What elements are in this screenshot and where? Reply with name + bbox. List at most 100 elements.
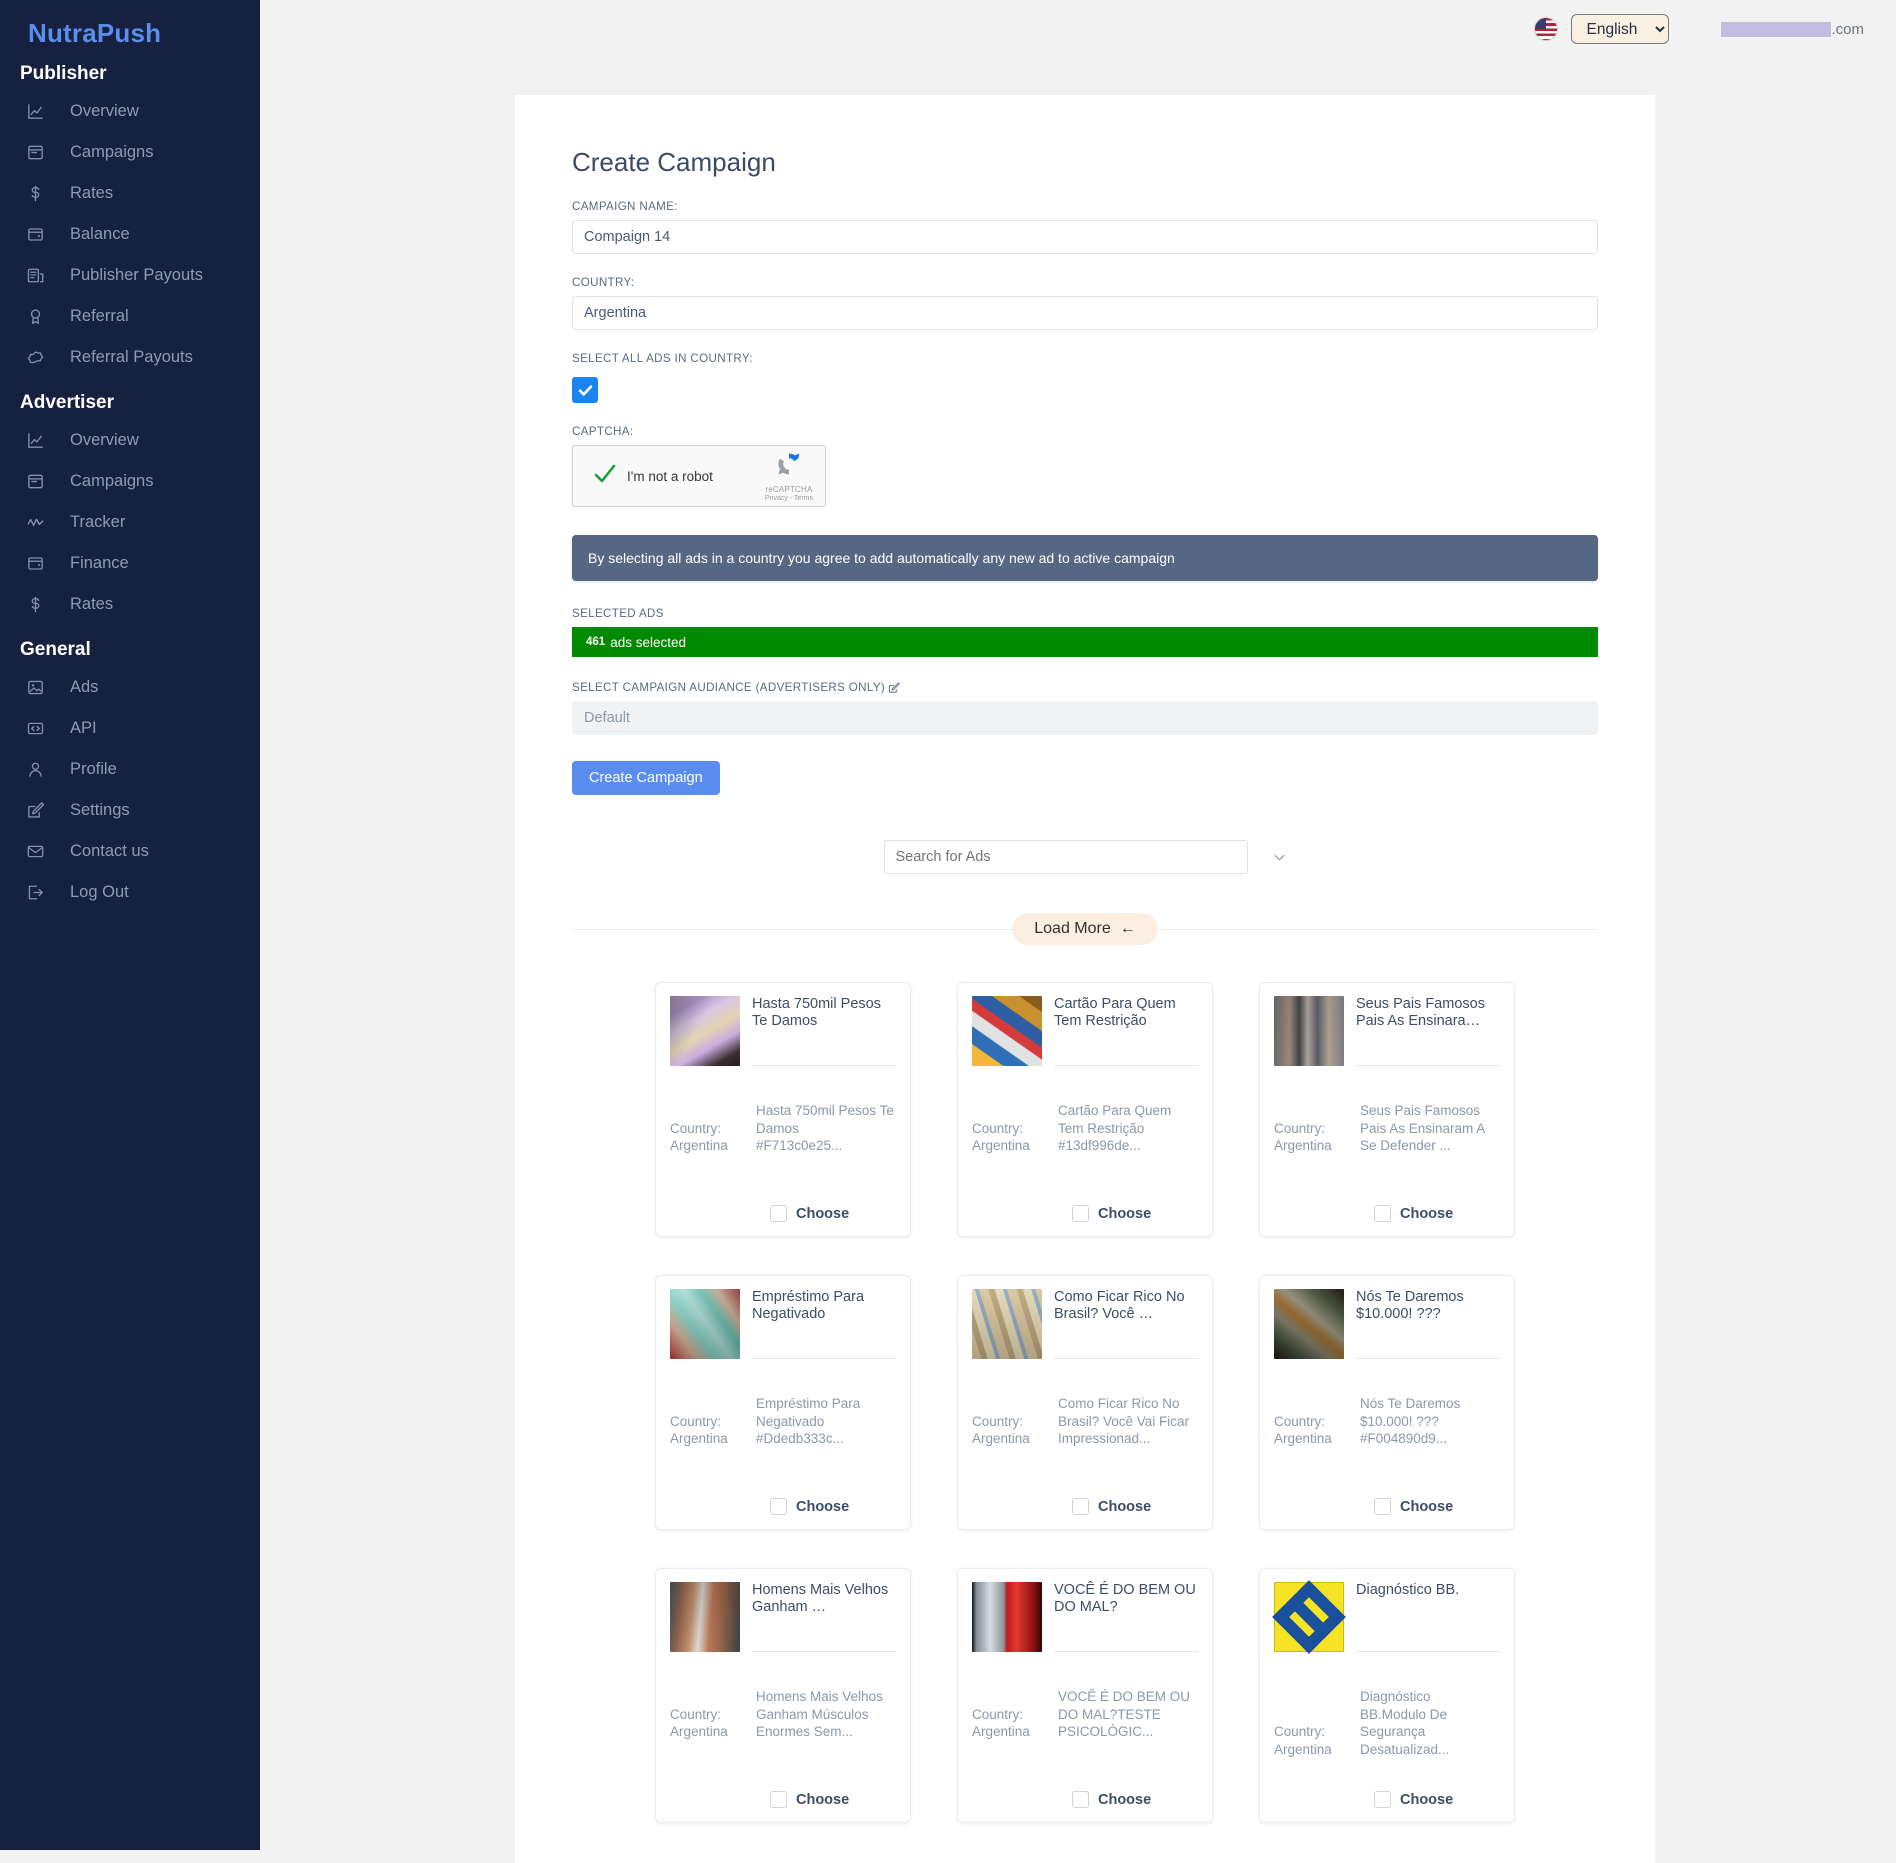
sidebar-item-profile[interactable]: Profile [0, 749, 260, 790]
ad-choose-row[interactable]: Choose [1274, 1205, 1500, 1236]
language-select[interactable]: English [1571, 14, 1670, 44]
sidebar-item-balance[interactable]: Balance [0, 214, 260, 255]
load-more-button[interactable]: Load More ← [1012, 913, 1158, 945]
ad-choose-label: Choose [1400, 1498, 1454, 1515]
sidebar-item-overview[interactable]: Overview [0, 420, 260, 461]
sidebar-item-label: Referral [70, 307, 129, 325]
sidebar-item-label: Finance [70, 554, 129, 572]
ad-choose-checkbox[interactable] [770, 1205, 787, 1222]
ad-choose-checkbox[interactable] [1072, 1791, 1089, 1808]
sidebar-item-finance[interactable]: Finance [0, 543, 260, 584]
sidebar-item-contact-us[interactable]: Contact us [0, 831, 260, 872]
ad-country-label: Country: [972, 1413, 1024, 1429]
ad-description: Nós Te Daremos $10.000! ??? #F004890d9... [1358, 1395, 1500, 1448]
ad-card[interactable]: Hasta 750mil Pesos Te Damos Country: Argen… [655, 982, 911, 1237]
sidebar-item-referral-payouts[interactable]: Referral Payouts [0, 337, 260, 378]
ad-hash: #Ddedb333c... [756, 1431, 844, 1447]
sidebar-item-ads[interactable]: Ads [0, 667, 260, 708]
recaptcha-label: I'm not a robot [627, 468, 713, 484]
ad-country: Country: Argentina [972, 1706, 1056, 1741]
ad-title: Diagnóstico BB. [1356, 1582, 1460, 1598]
sidebar-item-campaigns[interactable]: Campaigns [0, 132, 260, 173]
ad-card-header: Homens Mais Velhos Ganham … [670, 1582, 896, 1652]
pencil-square-icon[interactable] [888, 682, 900, 694]
ad-divider [752, 1065, 896, 1066]
ad-choose-label: Choose [1400, 1205, 1454, 1222]
ad-card[interactable]: Como Ficar Rico No Brasil? Você … Country… [957, 1275, 1213, 1530]
ad-choose-checkbox[interactable] [1374, 1791, 1391, 1808]
ad-title-column: Homens Mais Velhos Ganham … [752, 1582, 896, 1652]
ad-title: Hasta 750mil Pesos Te Damos [752, 996, 881, 1029]
ad-choose-checkbox[interactable] [770, 1498, 787, 1515]
recaptcha-brand: reCAPTCHA [765, 485, 813, 494]
ad-description: VOCÊ É DO BEM OU DO MAL?TESTE PSICOLÓGIC… [1056, 1688, 1198, 1741]
ad-card[interactable]: Cartão Para Quem Tem Restrição Country: Ar… [957, 982, 1213, 1237]
ads-grid: Hasta 750mil Pesos Te Damos Country: Argen… [572, 982, 1598, 1863]
ad-card-header: Nós Te Daremos $10.000! ??? [1274, 1289, 1500, 1359]
ad-country: Country: Argentina [670, 1120, 754, 1155]
ad-choose-row[interactable]: Choose [972, 1498, 1198, 1529]
chevron-down-icon[interactable] [1272, 850, 1287, 865]
sidebar-item-api[interactable]: API [0, 708, 260, 749]
ad-card[interactable]: Nós Te Daremos $10.000! ??? Country: Argen… [1259, 1275, 1515, 1530]
ad-thumbnail [670, 1289, 740, 1359]
sidebar-item-settings[interactable]: Settings [0, 790, 260, 831]
selected-ads-bar: 461 ads selected [572, 627, 1598, 657]
ad-divider [752, 1651, 896, 1652]
chart-line-icon [26, 430, 52, 452]
ad-choose-row[interactable]: Choose [670, 1498, 896, 1529]
recaptcha-logo: reCAPTCHA Privacy - Terms [765, 450, 813, 502]
ad-card[interactable]: Diagnóstico BB. Country: Argentina Diagnóst… [1259, 1568, 1515, 1823]
ad-choose-checkbox[interactable] [1374, 1205, 1391, 1222]
sidebar-item-publisher-payouts[interactable]: Publisher Payouts [0, 255, 260, 296]
sidebar-item-label: Contact us [70, 842, 149, 860]
recaptcha-widget[interactable]: I'm not a robot reCAPTCHA Privacy - Term… [572, 445, 826, 507]
sidebar-item-log-out[interactable]: Log Out [0, 872, 260, 913]
ad-choose-row[interactable]: Choose [670, 1205, 896, 1236]
ad-choose-label: Choose [1098, 1791, 1152, 1808]
sidebar-item-rates[interactable]: Rates [0, 173, 260, 214]
ad-choose-row[interactable]: Choose [670, 1791, 896, 1822]
ad-divider [1054, 1358, 1198, 1359]
ad-card[interactable]: Homens Mais Velhos Ganham … Country: Argen… [655, 1568, 911, 1823]
sidebar-group-title-advertiser: Advertiser [20, 392, 114, 413]
ad-choose-row[interactable]: Choose [1274, 1791, 1500, 1822]
ad-choose-row[interactable]: Choose [972, 1791, 1198, 1822]
recaptcha-terms: Privacy - Terms [764, 495, 813, 502]
select-all-ads-checkbox[interactable] [572, 377, 598, 403]
sidebar-item-campaigns[interactable]: Campaigns [0, 461, 260, 502]
ad-card[interactable]: VOCÊ É DO BEM OU DO MAL? Country: Argentin… [957, 1568, 1213, 1823]
create-campaign-button[interactable]: Create Campaign [572, 761, 720, 795]
ad-card[interactable]: Empréstimo Para Negativado Country: Argent… [655, 1275, 911, 1530]
recaptcha-logo-icon [778, 453, 800, 475]
browser-icon [26, 142, 52, 164]
ad-choose-checkbox[interactable] [1072, 1498, 1089, 1515]
ad-title: Seus Pais Famosos Pais As Ensinara… [1356, 996, 1485, 1029]
sidebar-item-tracker[interactable]: Tracker [0, 502, 260, 543]
ad-choose-checkbox[interactable] [1374, 1498, 1391, 1515]
ad-description-text: Homens Mais Velhos Ganham Músculos Enorm… [756, 1689, 883, 1740]
recaptcha-checkmark-icon [593, 462, 619, 491]
ad-country-value: Argentina [972, 1724, 1030, 1740]
load-more-label: Load More [1034, 920, 1111, 937]
campaign-name-input[interactable] [572, 220, 1598, 254]
ad-choose-label: Choose [796, 1498, 850, 1515]
ad-choose-checkbox[interactable] [1072, 1205, 1089, 1222]
chart-line-icon [26, 101, 52, 123]
ad-card[interactable]: Seus Pais Famosos Pais As Ensinara… Count… [1259, 982, 1515, 1237]
search-ads-input[interactable] [883, 840, 1248, 874]
ad-choose-row[interactable]: Choose [972, 1205, 1198, 1236]
sidebar-item-label: Balance [70, 225, 130, 243]
ad-thumbnail [670, 996, 740, 1066]
ad-choose-checkbox[interactable] [770, 1791, 787, 1808]
country-input[interactable] [572, 296, 1598, 330]
ad-description: Empréstimo Para Negativado #Ddedb333c... [754, 1395, 896, 1448]
sidebar-item-referral[interactable]: Referral [0, 296, 260, 337]
sidebar-item-overview[interactable]: Overview [0, 91, 260, 132]
arrow-left-icon: ← [1119, 920, 1136, 937]
ad-choose-row[interactable]: Choose [1274, 1498, 1500, 1529]
pulse-icon [26, 512, 52, 534]
wallet-icon [26, 224, 52, 246]
sidebar-item-rates[interactable]: Rates [0, 584, 260, 625]
audience-input[interactable] [572, 701, 1598, 735]
